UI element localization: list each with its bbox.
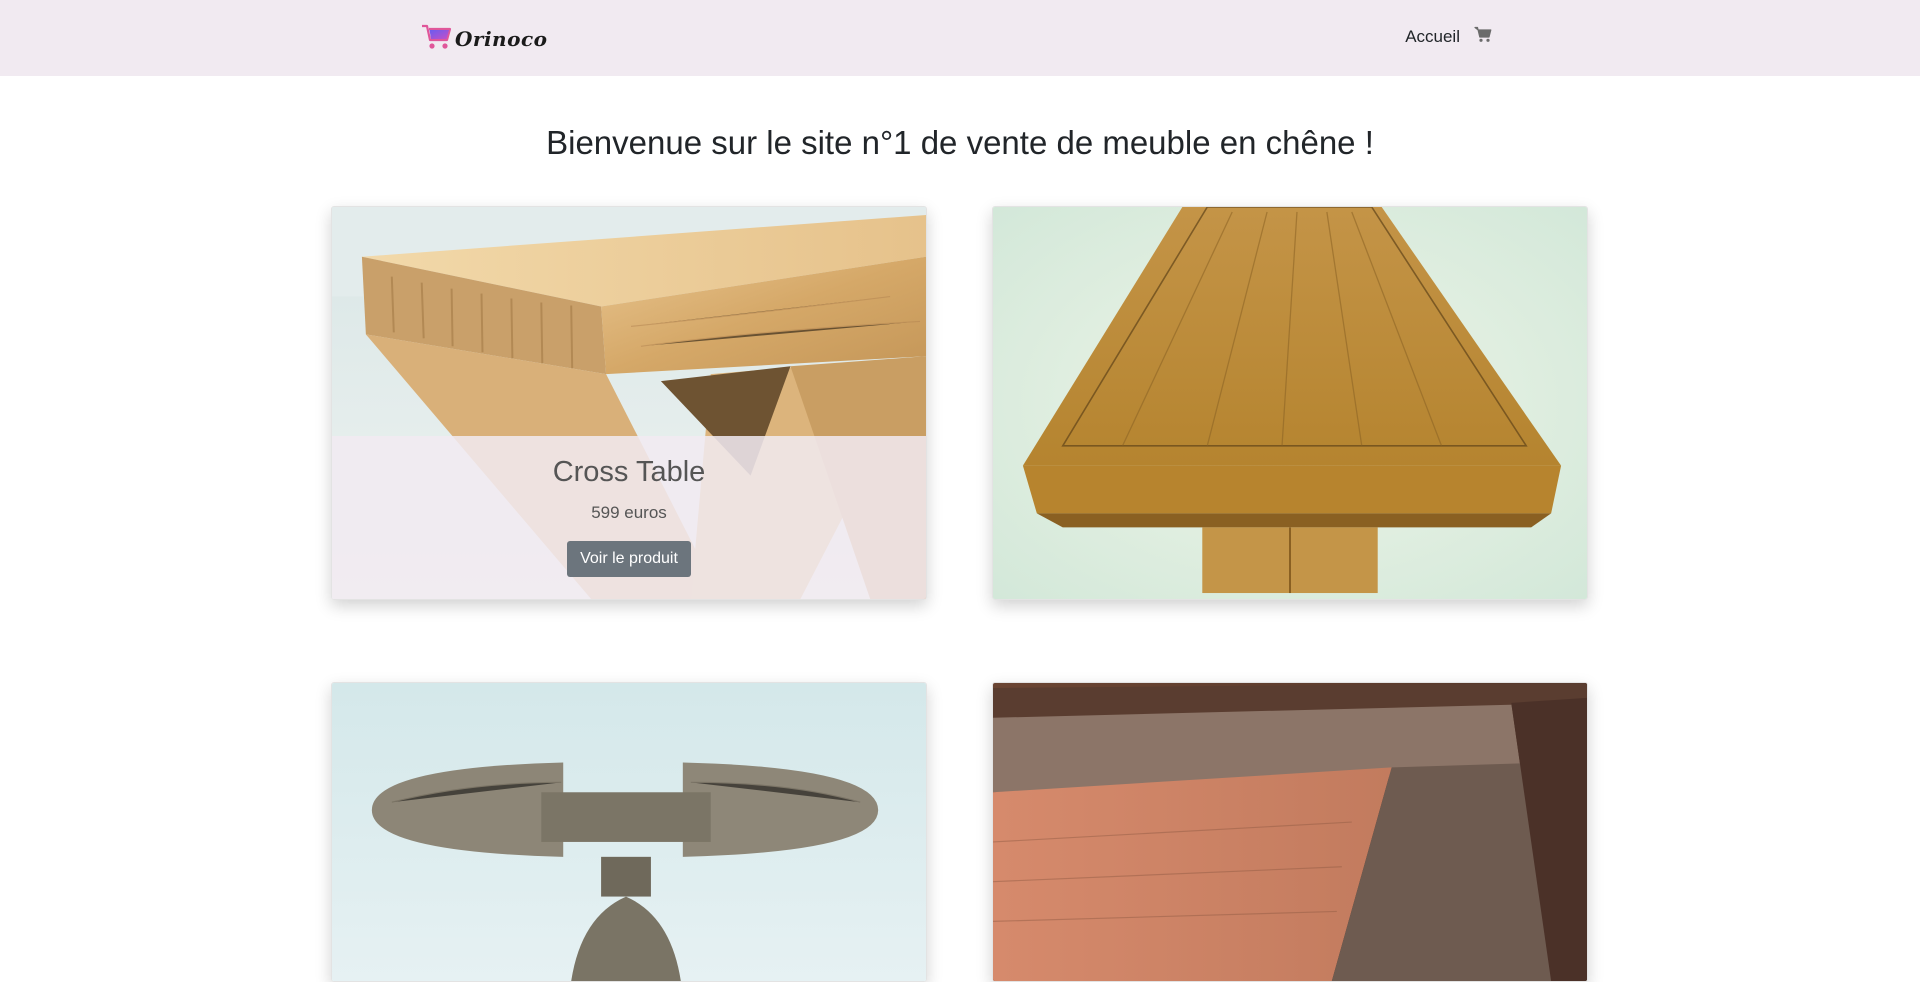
nav-link-accueil[interactable]: Accueil bbox=[1405, 27, 1460, 47]
wood-table-image bbox=[993, 207, 1587, 599]
brand-cart-icon bbox=[420, 22, 452, 57]
round-table-image bbox=[332, 683, 926, 981]
product-name: Cross Table bbox=[552, 456, 706, 488]
product-card[interactable] bbox=[992, 682, 1588, 982]
brand-logo-link[interactable]: Orinoco bbox=[420, 22, 547, 56]
shopping-cart-icon[interactable] bbox=[1474, 26, 1492, 48]
navbar: Orinoco Accueil bbox=[0, 0, 1920, 76]
brand-name: Orinoco bbox=[455, 27, 548, 51]
product-card-cross-table[interactable]: Cross Table 599 euros Voir le produit bbox=[331, 206, 927, 600]
product-price: 599 euros bbox=[591, 503, 667, 522]
view-product-button[interactable]: Voir le produit bbox=[567, 541, 691, 577]
product-card[interactable] bbox=[331, 682, 927, 982]
product-card[interactable] bbox=[992, 206, 1588, 600]
product-info-overlay: Cross Table 599 euros Voir le produit bbox=[332, 436, 926, 599]
nav-menu: Accueil bbox=[1405, 26, 1492, 48]
wood-beam-image bbox=[993, 683, 1587, 981]
page-title: Bienvenue sur le site n°1 de vente de me… bbox=[546, 124, 1374, 161]
